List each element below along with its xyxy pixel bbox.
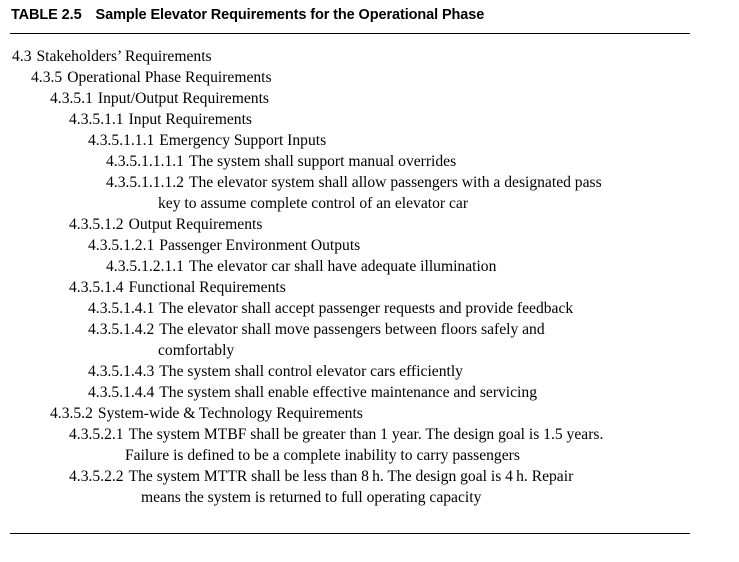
requirement-text: The system shall control elevator cars e…	[159, 363, 463, 380]
requirement-number: 4.3.5.1.1.1	[88, 132, 155, 149]
requirement-number: 4.3.5	[31, 69, 63, 86]
requirement-text: The system MTTR shall be less than 8 h. …	[128, 468, 574, 485]
requirement-line: 4.3.5.1.4.3 The system shall control elev…	[0, 361, 739, 382]
requirement-text: The elevator shall move passengers betwe…	[159, 321, 545, 338]
requirement-line: 4.3.5.1.2.1.1 The elevator car shall have…	[0, 256, 739, 277]
requirement-number: 4.3.5.1.1.1.1	[106, 153, 184, 170]
requirement-number: 4.3.5.1.2	[69, 216, 124, 233]
requirement-text: System-wide & Technology Requirements	[97, 405, 363, 422]
requirement-number: 4.3.5.2.1	[69, 426, 124, 443]
requirement-line: 4.3.5.1.2.1 Passenger Environment Outputs	[0, 235, 739, 256]
requirement-number: 4.3.5.1.4.2	[88, 321, 155, 338]
requirement-number: 4.3	[12, 48, 32, 65]
requirement-number: 4.3.5.2.2	[69, 468, 124, 485]
requirement-number: 4.3.5.2	[50, 405, 93, 422]
requirement-line: 4.3.5.2.2 The system MTTR shall be less t…	[0, 466, 739, 487]
requirement-text: Output Requirements	[128, 216, 263, 233]
requirement-line: 4.3.5.1.1 Input Requirements	[0, 109, 739, 130]
table-caption: TABLE 2.5 Sample Elevator Requirements fo…	[11, 6, 691, 24]
requirement-text: Input/Output Requirements	[97, 90, 269, 107]
requirement-line: 4.3.5.1.1.1 Emergency Support Inputs	[0, 130, 739, 151]
requirement-number: 4.3.5.1.4.4	[88, 384, 155, 401]
requirement-line: 4.3.5.2.1 The system MTBF shall be greate…	[0, 424, 739, 445]
requirement-text: The elevator system shall allow passenge…	[188, 174, 602, 191]
requirement-line: 4.3.5.1.4.4 The system shall enable effec…	[0, 382, 739, 403]
requirement-number: 4.3.5.1	[50, 90, 93, 107]
requirement-line: 4.3 Stakeholders’ Requirements	[0, 46, 739, 67]
requirement-text: Stakeholders’ Requirements	[36, 48, 212, 65]
requirement-text: The system MTBF shall be greater than 1 …	[128, 426, 604, 443]
requirement-line: 4.3.5.1.4.2 The elevator shall move passe…	[0, 319, 739, 340]
requirement-continuation: key to assume complete control of an ele…	[158, 195, 469, 212]
requirement-text: The elevator car shall have adequate ill…	[188, 258, 497, 275]
requirement-line: 4.3.5.1.4.1 The elevator shall accept pas…	[0, 298, 739, 319]
table-block: TABLE 2.5 Sample Elevator Requirements fo…	[0, 0, 739, 562]
requirement-number: 4.3.5.1.2.1	[88, 237, 155, 254]
requirement-text: The system shall enable effective mainte…	[159, 384, 537, 401]
requirement-line: 4.3.5.2 System-wide & Technology Requirem…	[0, 403, 739, 424]
requirement-text: The system shall support manual override…	[188, 153, 457, 170]
table-caption-label: TABLE 2.5	[11, 7, 82, 23]
table-caption-title: Sample Elevator Requirements for the Ope…	[95, 7, 485, 23]
requirement-continuation: Failure is defined to be a complete inab…	[125, 447, 520, 464]
requirement-number: 4.3.5.1.1	[69, 111, 124, 128]
requirement-text: Passenger Environment Outputs	[159, 237, 361, 254]
requirement-text: Input Requirements	[128, 111, 253, 128]
requirement-text: Functional Requirements	[128, 279, 286, 296]
requirement-continuation: means the system is returned to full ope…	[141, 489, 482, 506]
table-rule-top	[10, 33, 690, 34]
requirement-number: 4.3.5.1.1.1.2	[106, 174, 184, 191]
requirement-line: 4.3.5.1.1.1.2 The elevator system shall a…	[0, 172, 739, 193]
requirement-continuation: comfortably	[158, 342, 235, 359]
requirement-line: 4.3.5.1.2 Output Requirements	[0, 214, 739, 235]
requirement-number: 4.3.5.1.4.3	[88, 363, 155, 380]
requirements-list: 4.3 Stakeholders’ Requirements 4.3.5 Operat…	[0, 46, 739, 508]
requirement-text: Emergency Support Inputs	[159, 132, 327, 149]
requirement-line: 4.3.5.1.4 Functional Requirements	[0, 277, 739, 298]
requirement-text: Operational Phase Requirements	[67, 69, 272, 86]
requirement-number: 4.3.5.1.4.1	[88, 300, 155, 317]
requirement-line: 4.3.5 Operational Phase Requirements	[0, 67, 739, 88]
requirement-line: 4.3.5.1 Input/Output Requirements	[0, 88, 739, 109]
requirement-number: 4.3.5.1.4	[69, 279, 124, 296]
table-rule-bottom	[10, 533, 690, 534]
requirement-line: 4.3.5.1.1.1.1 The system shall support ma…	[0, 151, 739, 172]
requirement-text: The elevator shall accept passenger requ…	[159, 300, 574, 317]
requirement-number: 4.3.5.1.2.1.1	[106, 258, 184, 275]
